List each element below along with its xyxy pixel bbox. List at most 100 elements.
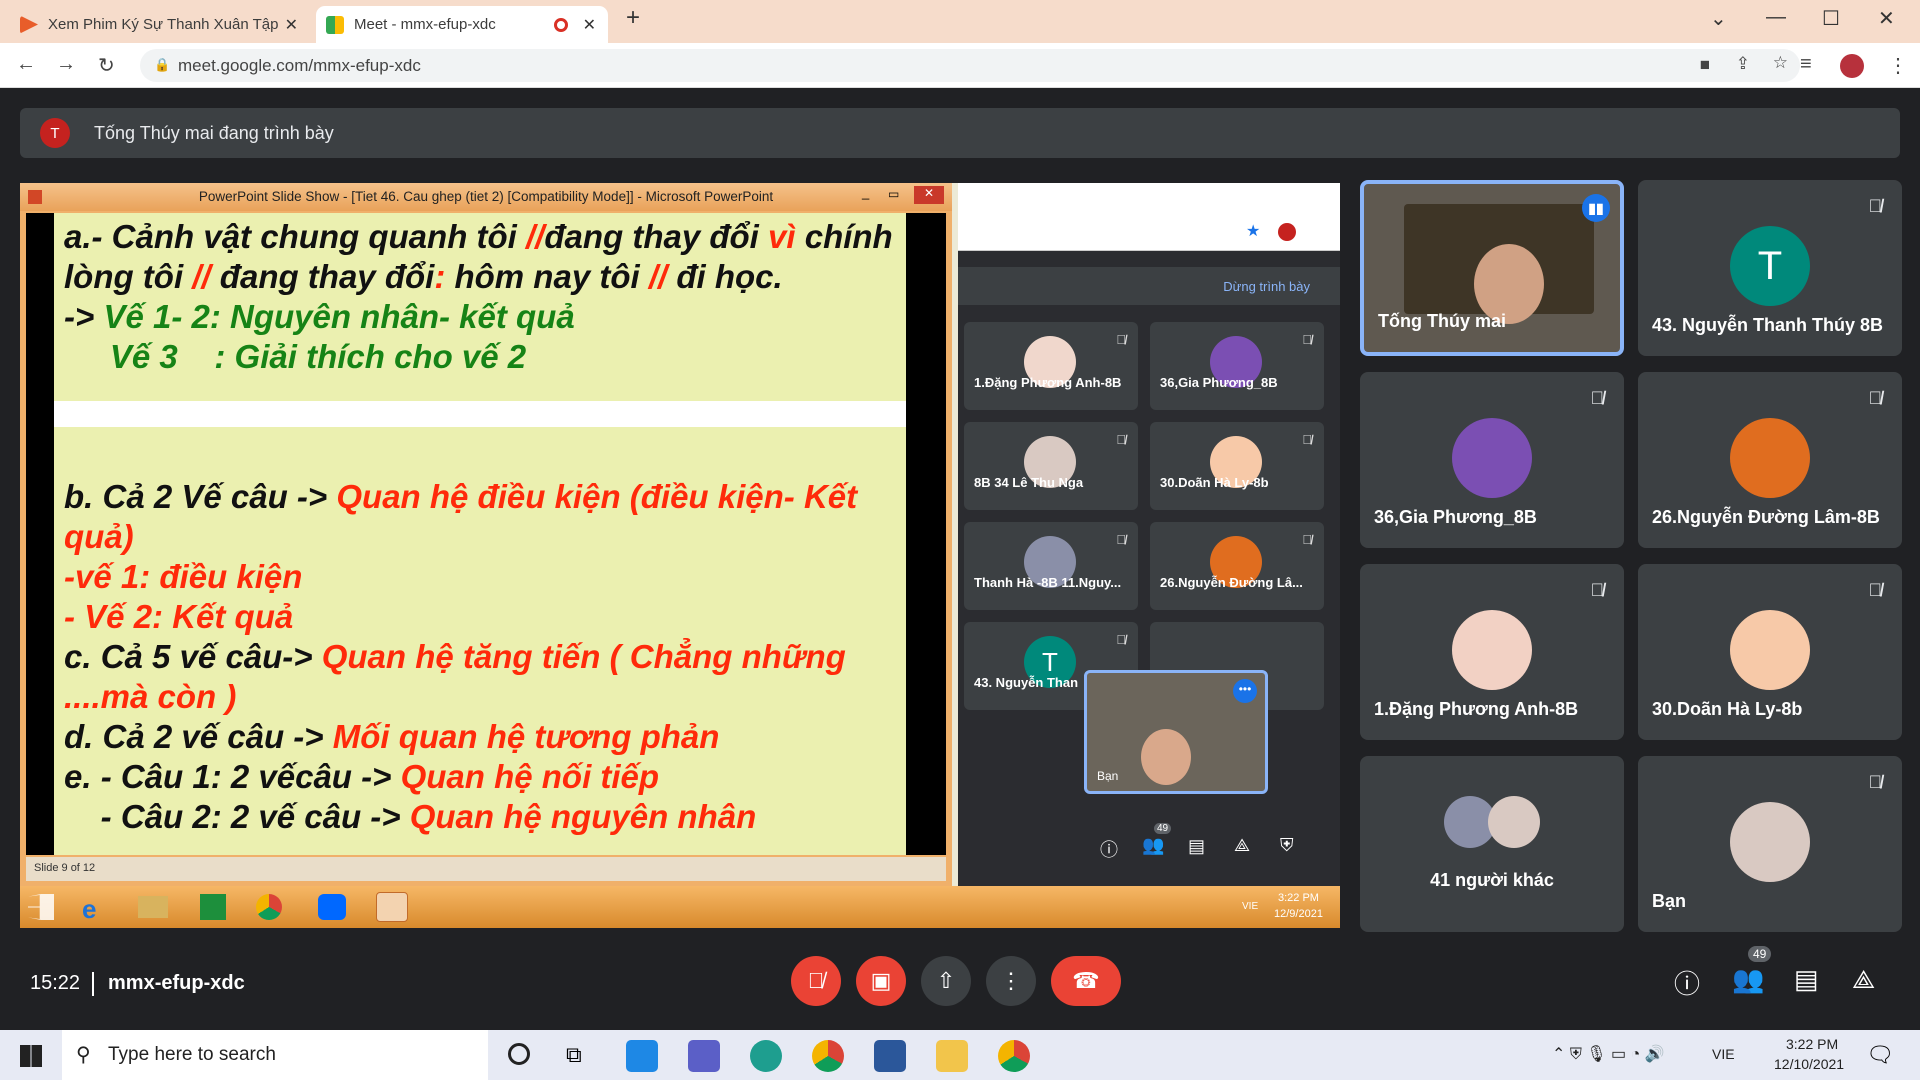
participant-tile[interactable]: 🎙̸ 36,Gia Phương_8B	[1360, 372, 1624, 548]
chrome-profile-icon[interactable]	[998, 1040, 1030, 1072]
cortana-icon[interactable]	[508, 1043, 530, 1065]
participant-tile[interactable]: 🎙̸ 1.Đặng Phương Anh-8B	[1360, 564, 1624, 740]
slide-line: ....mà còn )	[64, 677, 857, 717]
present-button[interactable]: ⇧	[921, 956, 971, 1006]
reload-icon[interactable]: ↻	[98, 53, 115, 78]
chrome-taskbar-icon[interactable]	[812, 1040, 844, 1072]
inner-tile: 🎙̸ 30.Doãn Hà Ly-8b	[1150, 422, 1324, 510]
taskbar-lang[interactable]: VIE	[1712, 1046, 1735, 1062]
ie-icon[interactable]: e	[82, 894, 96, 925]
people-icon[interactable]: 👥	[1732, 964, 1764, 995]
taskbar-date[interactable]: 12/10/2021	[1774, 1056, 1844, 1072]
participant-tile-speaker[interactable]: ▮▮ Tống Thúy mai	[1360, 180, 1624, 356]
inner-tile-name: 26.Nguyễn Đường Lâ...	[1160, 575, 1303, 590]
leave-call-button[interactable]: ☎	[1051, 956, 1121, 1006]
stop-presenting-button[interactable]: Dừng trình bày	[1223, 279, 1310, 294]
search-icon: ⚲	[76, 1044, 91, 1066]
explorer-icon[interactable]	[936, 1040, 968, 1072]
slide-section-a: a.- Cảnh vật chung quanh tôi //đang thay…	[64, 217, 906, 377]
tab-search-icon[interactable]: ⌄	[1710, 6, 1727, 31]
slide-text: d. Cả 2 vế câu ->	[64, 718, 333, 755]
slide-line: Vế 3 : Giải thích cho vế 2	[64, 337, 906, 377]
play-icon	[20, 15, 38, 34]
forward-icon[interactable]: →	[56, 53, 76, 76]
media-icon[interactable]: ≡	[1800, 53, 1812, 76]
zalo-icon[interactable]	[318, 894, 346, 920]
close-tab-icon[interactable]: ✕	[583, 15, 596, 35]
minimize-button[interactable]: —	[1766, 6, 1786, 29]
ppt-close-icon[interactable]: ✕	[914, 186, 944, 204]
camera-toggle-button[interactable]: ▣	[856, 956, 906, 1006]
presentation-banner: T Tống Thúy mai đang trình bày	[20, 108, 1900, 158]
slide-text: a.- Cảnh vật chung quanh tôi	[64, 218, 526, 255]
url-field[interactable]: 🔒 meet.google.com/mmx-efup-xdc ■ ⇪ ☆	[140, 49, 1800, 82]
star-icon[interactable]: ☆	[1773, 53, 1788, 73]
slide-text: -vế 1: điều kiện	[64, 558, 303, 595]
close-tab-icon[interactable]: ✕	[285, 15, 298, 35]
more-options-icon[interactable]: •••	[1233, 679, 1257, 703]
slide-content: a.- Cảnh vật chung quanh tôi //đang thay…	[54, 213, 906, 855]
camera-icon[interactable]: ■	[1700, 55, 1710, 75]
store-icon[interactable]	[200, 894, 226, 920]
new-tab-button[interactable]: +	[626, 4, 640, 32]
ppt-restore-icon[interactable]: ▭	[888, 187, 899, 201]
inner-tile-name: 43. Nguyễn Than	[974, 675, 1079, 690]
start-icon[interactable]	[28, 894, 54, 920]
vscode-icon[interactable]	[626, 1040, 658, 1072]
divider	[92, 972, 94, 996]
more-options-button[interactable]: ⋮	[986, 956, 1036, 1006]
close-window-button[interactable]: ✕	[1878, 6, 1895, 31]
back-icon[interactable]: ←	[16, 53, 36, 76]
word-icon[interactable]	[874, 1040, 906, 1072]
inner-shield-icon[interactable]: ⛨	[1280, 835, 1294, 856]
maximize-button[interactable]: ☐	[1822, 6, 1840, 31]
inner-star-icon: ★	[1246, 223, 1261, 240]
task-view-icon[interactable]: ⧉	[566, 1042, 582, 1068]
powerpoint-taskbar-icon[interactable]	[376, 892, 408, 922]
presenter-text: Tống Thúy mai đang trình bày	[94, 122, 334, 143]
participant-tile[interactable]: 🎙̸ 30.Doãn Hà Ly-8b	[1638, 564, 1902, 740]
slide-text: đang thay đổi	[210, 258, 435, 295]
avatar	[1730, 418, 1810, 498]
edge-icon[interactable]	[750, 1040, 782, 1072]
tray-icons[interactable]: ⌃ ⛨ 🎙 ▭ ◔ 🔊	[1552, 1044, 1665, 1064]
windows-start-icon[interactable]	[20, 1045, 42, 1067]
slide-section-b: b. Cả 2 Vế câu -> Quan hệ điều kiện (điề…	[64, 477, 857, 837]
browser-tab-bar: Xem Phim Ký Sự Thanh Xuân Tập ✕ Meet - m…	[0, 0, 1920, 43]
ppt-minimize-icon[interactable]: _	[862, 185, 869, 200]
ppt-app-icon	[28, 190, 42, 204]
tab-title: Xem Phim Ký Sự Thanh Xuân Tập	[48, 16, 279, 33]
taskbar-time[interactable]: 3:22 PM	[1786, 1036, 1838, 1052]
chat-icon[interactable]: ▤	[1794, 964, 1819, 995]
slide-text: :	[434, 258, 446, 295]
self-tile[interactable]: 🎙̸ Bạn	[1638, 756, 1902, 932]
mic-off-icon: 🎙̸	[1868, 388, 1883, 408]
participant-tile[interactable]: 🎙̸ T 43. Nguyễn Thanh Thúy 8B	[1638, 180, 1902, 356]
inner-activities-icon[interactable]: ⟁	[1234, 835, 1250, 856]
profile-avatar[interactable]	[1840, 54, 1864, 78]
inner-info-icon[interactable]: ⓘ	[1100, 836, 1118, 862]
slide-text: Quan hệ tăng tiến ( Chẳng những	[321, 638, 846, 675]
slide-text: ->	[64, 298, 104, 335]
chrome-icon[interactable]	[256, 894, 282, 920]
tab-phim[interactable]: Xem Phim Ký Sự Thanh Xuân Tập ✕	[10, 6, 310, 43]
taskbar-search[interactable]: ⚲ Type here to search	[62, 1030, 488, 1080]
speaking-indicator-icon: ▮▮	[1582, 194, 1610, 222]
folder-icon[interactable]	[138, 896, 168, 918]
slide-line: - Câu 2: 2 vế câu -> Quan hệ nguyên nhân	[64, 797, 857, 837]
participant-tile[interactable]: 🎙̸ 26.Nguyễn Đường Lâm-8B	[1638, 372, 1902, 548]
mic-toggle-button[interactable]: 🎙̸	[791, 956, 841, 1006]
inner-people-icon[interactable]: 👥	[1142, 835, 1164, 856]
notification-icon[interactable]: 🗨	[1866, 1042, 1894, 1068]
others-tile[interactable]: 41 người khác	[1360, 756, 1624, 932]
menu-icon[interactable]: ⋮	[1888, 53, 1908, 78]
powerpoint-status-bar: Slide 9 of 12	[26, 857, 946, 881]
teams-icon[interactable]	[688, 1040, 720, 1072]
slide-text: hôm nay tôi	[445, 258, 649, 295]
activities-icon[interactable]: ⟁	[1852, 964, 1875, 996]
inner-chat-icon[interactable]: ▤	[1188, 836, 1205, 857]
inner-tile: 🎙̸ Thanh Hà -8B 11.Nguy...	[964, 522, 1138, 610]
tab-meet[interactable]: Meet - mmx-efup-xdc ✕	[316, 6, 608, 43]
share-icon[interactable]: ⇪	[1736, 54, 1750, 74]
info-icon[interactable]: ⓘ	[1674, 964, 1700, 1001]
